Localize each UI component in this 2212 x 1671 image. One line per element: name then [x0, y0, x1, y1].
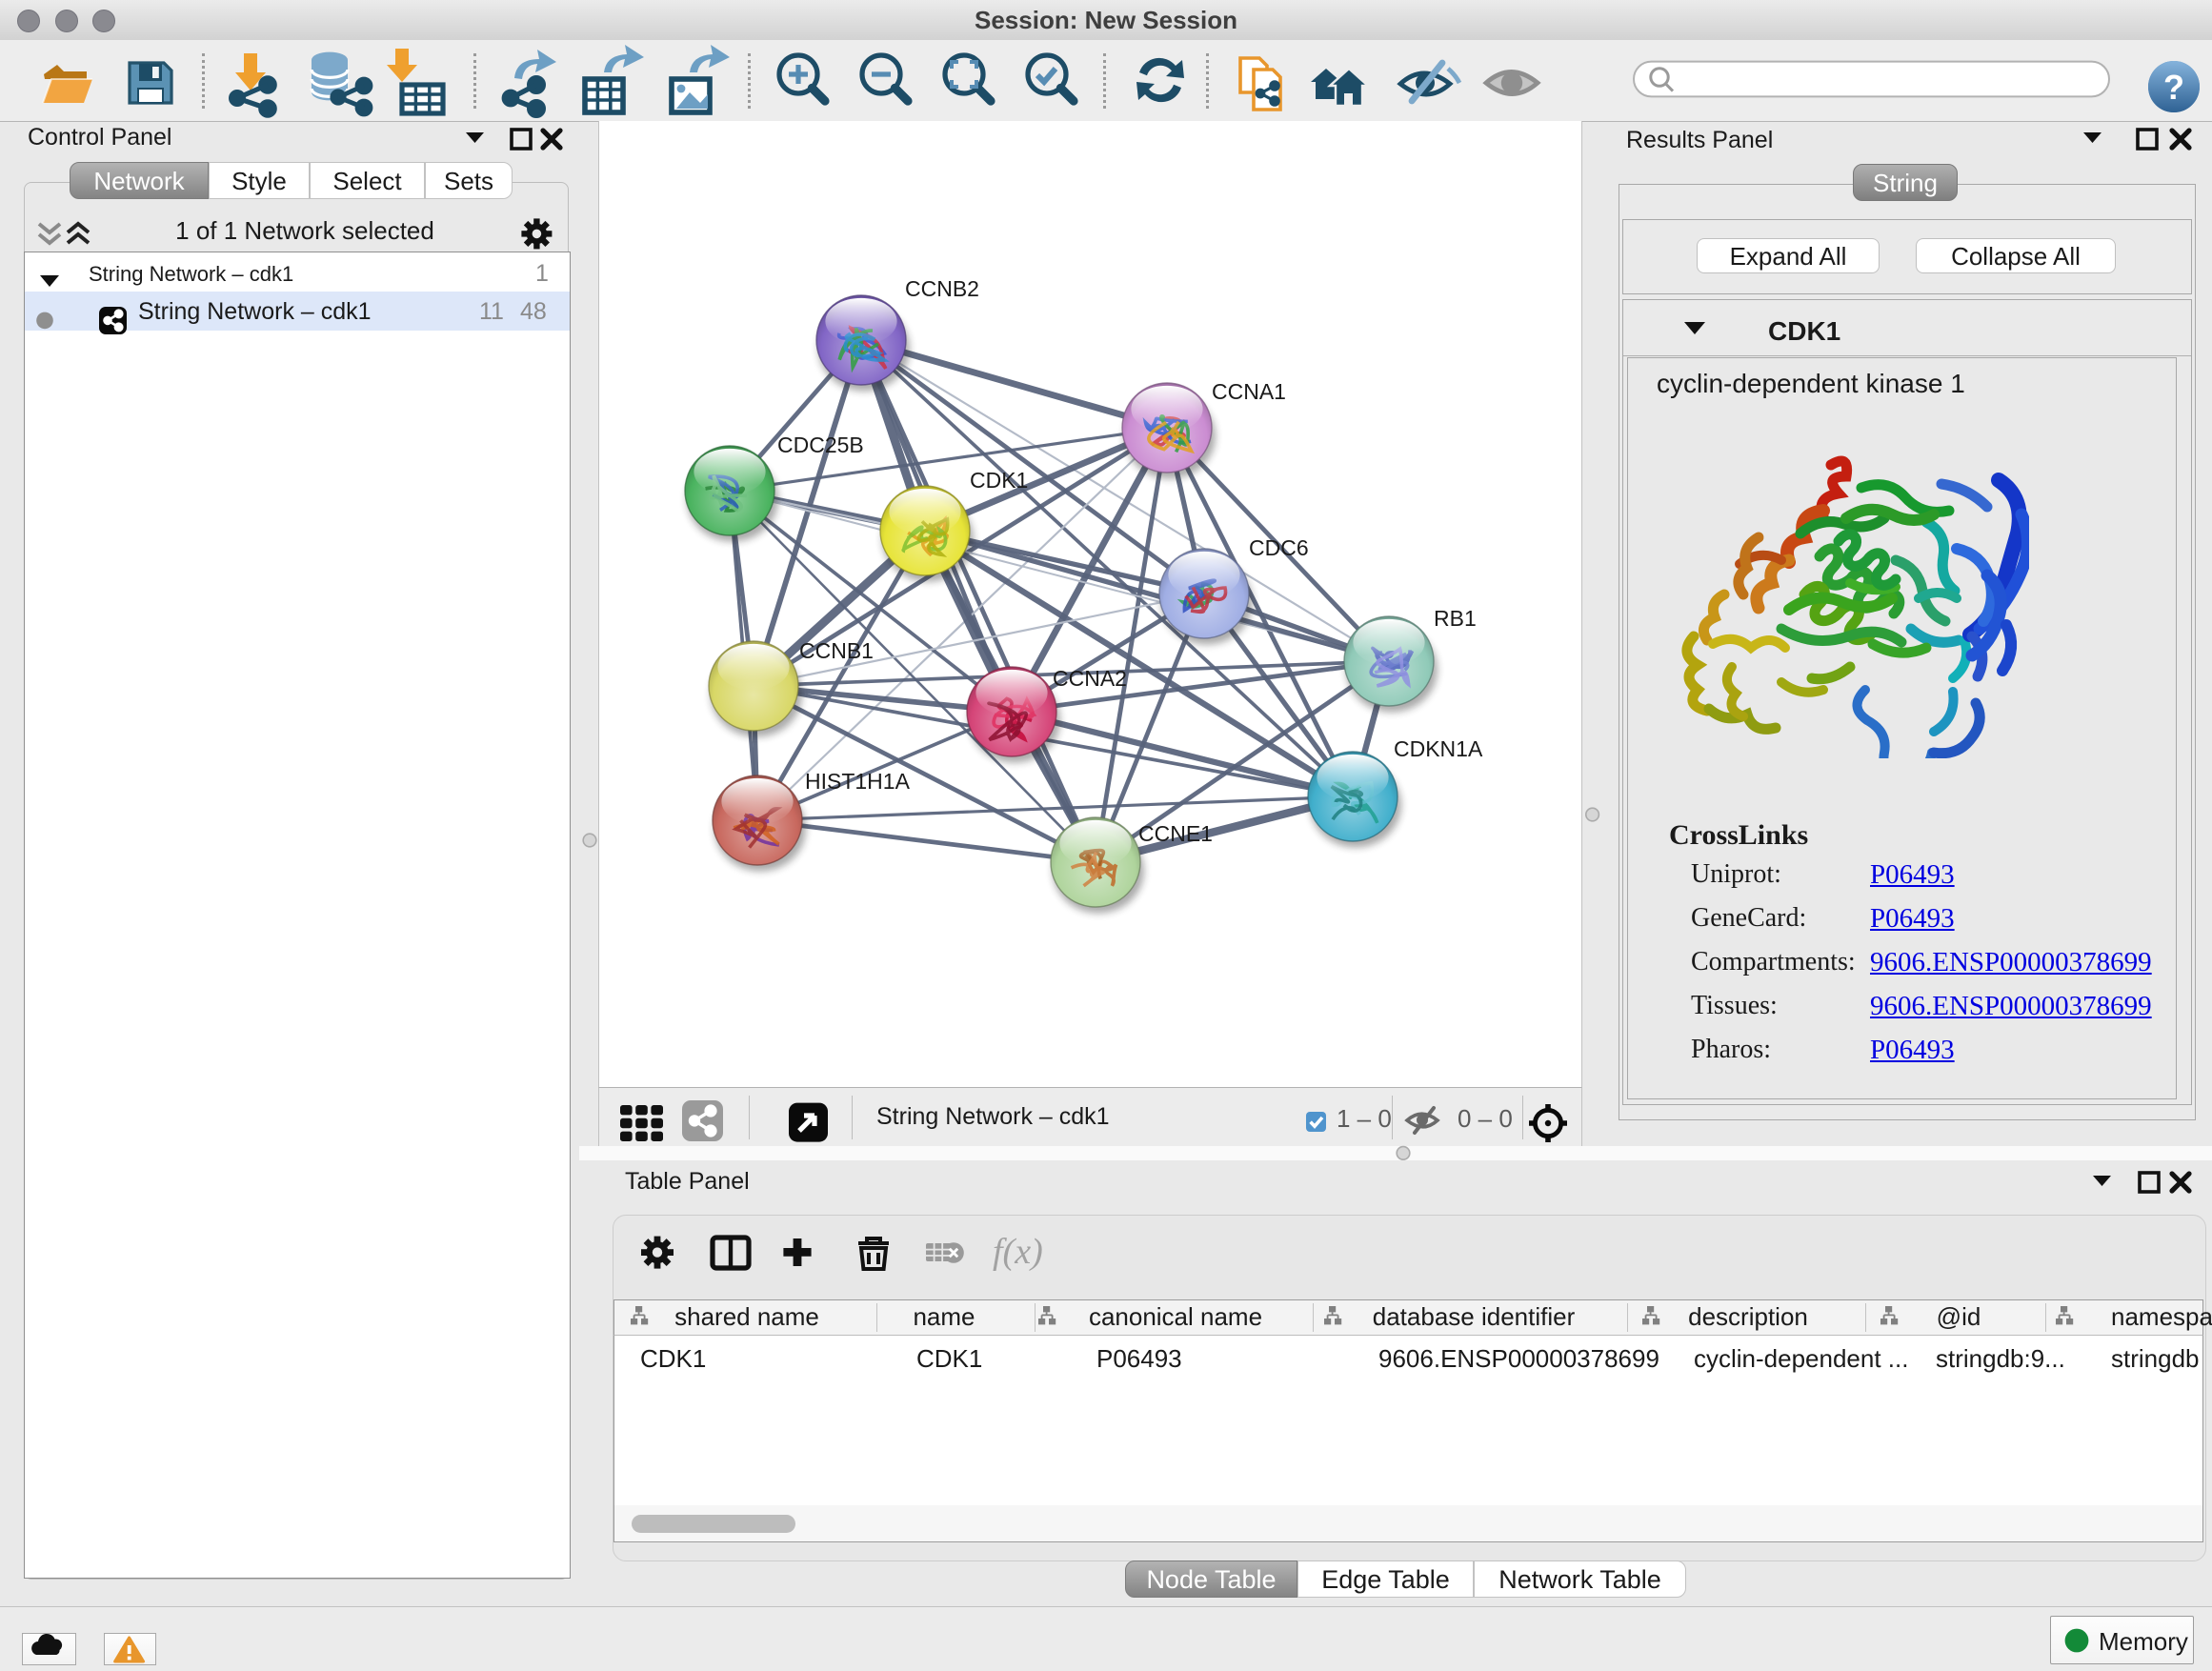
- svg-text:f(x): f(x): [993, 1232, 1043, 1272]
- svg-text:?: ?: [2163, 68, 2184, 107]
